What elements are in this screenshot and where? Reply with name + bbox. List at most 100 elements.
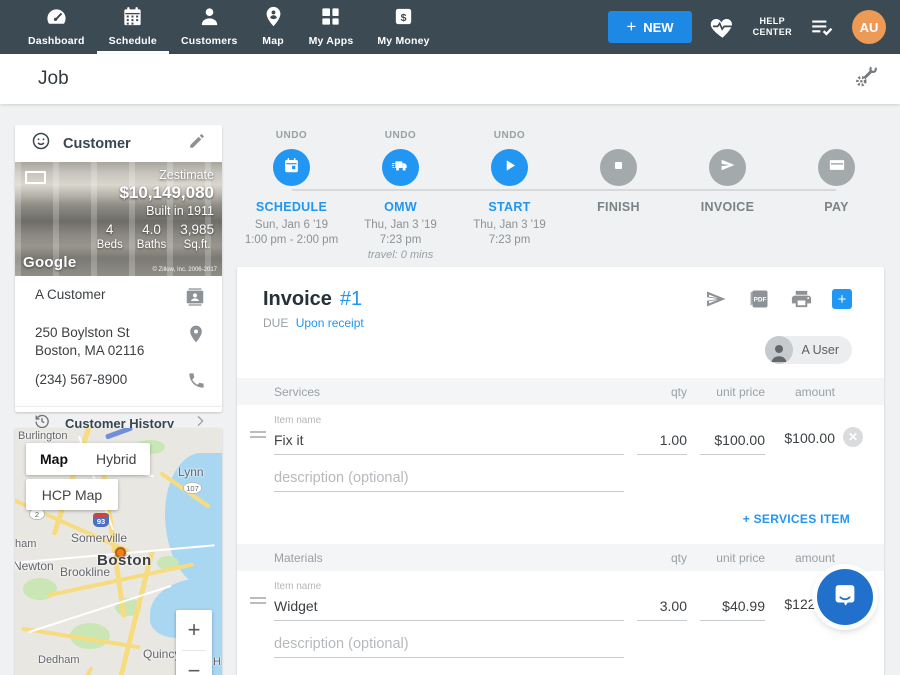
- contact-card-icon[interactable]: [184, 286, 206, 313]
- map-label-quincy: Quincy: [143, 647, 180, 661]
- customer-phone-row: (234) 567-8900: [35, 371, 206, 395]
- finish-step-button[interactable]: [600, 149, 637, 186]
- delete-service-item-button[interactable]: ✕: [843, 427, 863, 447]
- undo-omw-button[interactable]: UNDO: [346, 130, 455, 144]
- map-panel[interactable]: Burlington Lynn 107 2 93 ham Somerville …: [15, 428, 222, 675]
- material-qty-input[interactable]: [637, 596, 687, 621]
- credit-card-icon: [828, 156, 846, 179]
- svg-text:$: $: [401, 11, 407, 23]
- zoom-in-button[interactable]: +: [176, 610, 212, 650]
- nav-label: My Apps: [309, 35, 354, 51]
- sqft-label: Sq.ft.: [180, 238, 214, 252]
- customers-icon: [198, 5, 221, 33]
- material-description-input[interactable]: [274, 633, 624, 658]
- map-label-hi: Hi: [213, 656, 222, 668]
- map-type-map-button[interactable]: Map: [26, 443, 82, 475]
- nav-items: Dashboard Schedule Customers Map My Apps…: [16, 0, 442, 54]
- customer-name: A Customer: [35, 286, 106, 304]
- user-avatar[interactable]: AU: [852, 10, 886, 44]
- map-label-burlington: Burlington: [18, 430, 68, 442]
- step-schedule: UNDO SCHEDULE Sun, Jan 6 '19 1:00 pm - 2…: [237, 130, 346, 248]
- new-button-label: NEW: [643, 20, 673, 35]
- send-invoice-icon[interactable]: [704, 287, 728, 311]
- svg-text:PDF: PDF: [754, 297, 767, 304]
- item-name-label: Item name: [274, 581, 624, 592]
- truck-icon: [391, 156, 410, 180]
- job-progress-steps: UNDO SCHEDULE Sun, Jan 6 '19 1:00 pm - 2…: [237, 130, 891, 262]
- stop-icon: [610, 157, 627, 179]
- undo-schedule-button[interactable]: UNDO: [237, 130, 346, 144]
- apps-grid-icon: [319, 5, 342, 33]
- zoom-out-button[interactable]: −: [176, 651, 212, 675]
- photo-frame-icon: [25, 171, 46, 184]
- nav-label: My Money: [377, 35, 429, 51]
- hcp-map-button[interactable]: HCP Map: [26, 479, 118, 510]
- nav-label: Schedule: [109, 35, 157, 51]
- unit-price-column-header: unit price: [700, 551, 765, 565]
- help-center-link[interactable]: HELP CENTER: [753, 16, 792, 38]
- chat-launcher-button[interactable]: [817, 569, 873, 625]
- zestimate-value: $10,149,080: [97, 182, 214, 203]
- nav-item-my-apps[interactable]: My Apps: [297, 0, 366, 54]
- service-qty-input[interactable]: [637, 430, 687, 455]
- invoice-title: Invoice: [263, 288, 332, 311]
- assignee-name: A User: [801, 343, 839, 357]
- materials-header-band: Materials qty unit price amount: [237, 544, 884, 571]
- material-item-name-input[interactable]: [274, 596, 624, 621]
- step-start: UNDO START Thu, Jan 3 '19 7:23 pm: [455, 130, 564, 248]
- plus-icon: +: [626, 17, 636, 37]
- service-unit-price-input[interactable]: [700, 430, 765, 455]
- print-icon[interactable]: [790, 288, 813, 311]
- invoice-step-button[interactable]: [709, 149, 746, 186]
- step-time: 7:23 pm: [346, 233, 455, 248]
- nav-item-my-money[interactable]: $ My Money: [365, 0, 441, 54]
- property-photo[interactable]: Zestimate $10,149,080 Built in 1911 4Bed…: [15, 162, 222, 276]
- undo-start-button[interactable]: UNDO: [455, 130, 564, 144]
- google-watermark: Google: [23, 254, 76, 271]
- start-step-button[interactable]: [491, 149, 528, 186]
- service-item-name-input[interactable]: [274, 430, 624, 455]
- assignee-chip[interactable]: A User: [765, 336, 852, 364]
- add-materials-item-link[interactable]: + MATERIALS ITEM: [237, 658, 884, 675]
- pdf-icon[interactable]: PDF: [747, 287, 771, 311]
- add-invoice-button[interactable]: +: [832, 289, 852, 309]
- location-pin-icon[interactable]: [186, 324, 206, 349]
- edit-pencil-icon[interactable]: [188, 132, 206, 155]
- chat-bubble-icon: [830, 580, 860, 615]
- help-center-line1: HELP: [753, 16, 792, 27]
- checklist-icon[interactable]: [809, 14, 835, 40]
- new-button[interactable]: + NEW: [608, 11, 691, 43]
- nav-item-customers[interactable]: Customers: [169, 0, 250, 54]
- map-label-ham: ham: [15, 538, 36, 550]
- add-services-item-link[interactable]: + SERVICES ITEM: [237, 492, 884, 526]
- page-title: Job: [38, 68, 69, 90]
- drag-handle-icon[interactable]: [250, 428, 266, 441]
- omw-step-button[interactable]: [382, 149, 419, 186]
- nav-item-map[interactable]: Map: [250, 0, 297, 54]
- map-type-hybrid-button[interactable]: Hybrid: [82, 443, 150, 475]
- step-label: PAY: [782, 200, 891, 214]
- health-heart-icon[interactable]: [709, 14, 736, 41]
- zestimate-label: Zestimate: [97, 168, 214, 182]
- step-date: Sun, Jan 6 '19: [237, 218, 346, 233]
- material-item-row: Item name $122.97: [237, 571, 884, 621]
- due-value-link[interactable]: Upon receipt: [296, 316, 364, 330]
- pay-step-button[interactable]: [818, 149, 855, 186]
- nav-item-schedule[interactable]: Schedule: [97, 0, 169, 54]
- customer-face-icon: [31, 131, 51, 156]
- nav-item-dashboard[interactable]: Dashboard: [16, 0, 97, 54]
- service-description-input[interactable]: [274, 467, 624, 492]
- phone-icon[interactable]: [187, 371, 206, 395]
- job-settings-icon[interactable]: [853, 64, 878, 94]
- nav-label: Map: [262, 35, 284, 51]
- material-unit-price-input[interactable]: [700, 596, 765, 621]
- drag-handle-icon[interactable]: [250, 594, 266, 607]
- customer-address-row: 250 Boylston StBoston, MA 02116: [35, 324, 206, 360]
- nav-right: + NEW HELP CENTER AU: [608, 0, 886, 54]
- invoice-number[interactable]: #1: [340, 288, 362, 311]
- unit-price-column-header: unit price: [700, 385, 765, 399]
- map-label-newton: Newton: [15, 559, 54, 573]
- step-pay: PAY: [782, 130, 891, 214]
- schedule-step-button[interactable]: [273, 149, 310, 186]
- calendar-icon: [282, 156, 301, 180]
